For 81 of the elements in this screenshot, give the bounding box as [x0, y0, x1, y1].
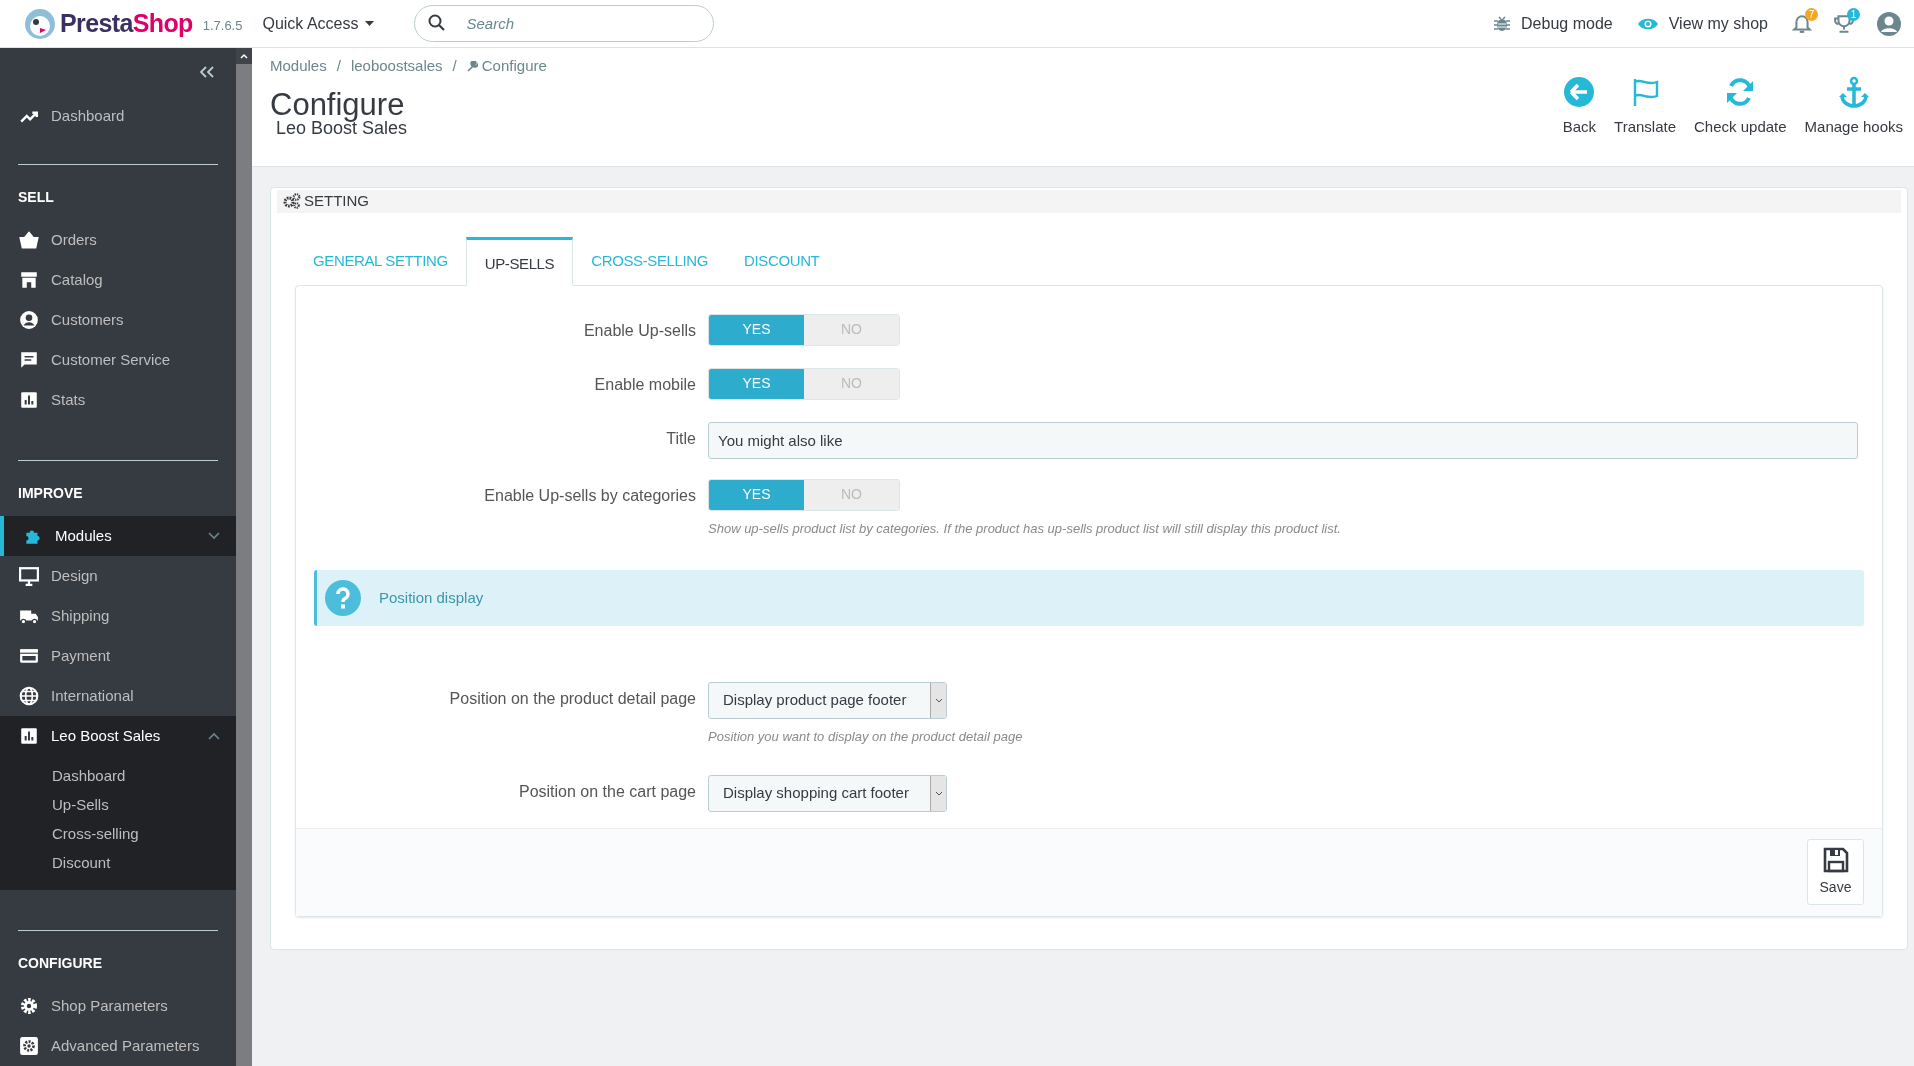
store-icon [19, 270, 39, 290]
field-label: Position on the product detail page [448, 689, 697, 709]
basket-icon [19, 230, 39, 250]
bar-chart-icon [19, 390, 39, 410]
toolbar-button[interactable]: Back [1553, 76, 1606, 139]
breadcrumb-separator: / [336, 56, 341, 76]
sidebar-item[interactable]: Shipping [0, 596, 236, 636]
chevron-up-icon [208, 732, 220, 740]
collapse-icon[interactable] [200, 66, 214, 78]
breadcrumb-link[interactable]: Modules [270, 55, 327, 78]
credit-card-icon [19, 646, 39, 666]
section-heading: IMPROVE [17, 484, 84, 503]
view-shop-link[interactable]: View my shop [1636, 11, 1768, 36]
scroll-up-icon[interactable] [236, 48, 252, 64]
gears-icon [283, 193, 301, 210]
submenu-item[interactable]: Up-Sells [0, 791, 236, 820]
sidebar-item[interactable]: Customer Service [0, 340, 236, 380]
help-text: Position you want to display on the product detail page [708, 728, 1024, 746]
sidebar-item[interactable]: Customers [0, 300, 236, 340]
save-button[interactable]: Save [1807, 839, 1864, 905]
section-heading: CONFIGURE [17, 954, 103, 973]
section-heading: SELL [17, 188, 55, 207]
sidebar-item[interactable]: Shop Parameters [0, 986, 236, 1026]
notification-count: 7 [1805, 7, 1818, 21]
logo-icon [24, 7, 56, 40]
quick-access-menu[interactable]: Quick Access [262, 11, 374, 36]
submenu-item[interactable]: Dashboard [0, 762, 236, 791]
page-title: Configure [270, 87, 405, 122]
breadcrumb-current: Configure [481, 56, 547, 76]
globe-icon [19, 686, 39, 706]
chevron-down-icon [208, 532, 220, 540]
search-field[interactable]: Search [413, 5, 714, 42]
eye-icon [1636, 16, 1659, 31]
caret-icon [364, 20, 374, 27]
tab[interactable]: UP-SELLS [465, 236, 574, 286]
dropdown-field[interactable]: Display shopping cart footer [708, 774, 947, 812]
help-text: Show up-sells product list by categories. If the product has up-sells product list will still display this product list. [708, 519, 1342, 538]
breadcrumb-separator: / [452, 56, 457, 76]
notification-count: 1 [1847, 7, 1860, 21]
bug-icon [1493, 14, 1512, 33]
link-label: View my shop [1668, 13, 1768, 34]
field-label: Enable Up-sells by categories [483, 485, 697, 506]
sidebar-item[interactable]: Leo Boost Sales [0, 716, 236, 756]
help-icon [325, 580, 361, 616]
field-label: Enable mobile [593, 374, 697, 395]
sidebar-item[interactable]: Design [0, 556, 236, 596]
toolbar-button[interactable]: Check update [1685, 76, 1796, 139]
monitor-icon [19, 566, 39, 586]
wrench-icon [466, 60, 478, 72]
user-circle-icon [19, 310, 39, 330]
sidebar-item[interactable]: Dashboard [0, 96, 236, 136]
logo-wordmark: PrestaShop [60, 7, 193, 39]
breadcrumb-link[interactable]: leoboostsales [350, 55, 443, 78]
settings-icon [19, 996, 39, 1016]
sidebar-item[interactable]: Advanced Parameters [0, 1026, 236, 1066]
chat-icon [19, 350, 39, 370]
text-input-field[interactable]: You might also like [708, 421, 1858, 459]
search-icon [427, 14, 446, 32]
panel-heading: SETTING [304, 191, 369, 211]
sidebar-item[interactable]: Orders [0, 220, 236, 260]
sidebar-item[interactable]: Payment [0, 636, 236, 676]
sidebar-item[interactable]: Catalog [0, 260, 236, 300]
submenu-item[interactable]: Cross-selling [0, 820, 236, 849]
anchor-icon [1837, 76, 1870, 108]
field-label: Title [665, 428, 697, 449]
field-label: Enable Up-sells [582, 320, 697, 341]
settings-icon [19, 1036, 39, 1056]
link-label: Debug mode [1521, 13, 1613, 34]
sidebar-item[interactable]: Stats [0, 380, 236, 420]
sidebar-item[interactable]: International [0, 676, 236, 716]
submenu-item[interactable]: Discount [0, 849, 236, 878]
version-label: 1.7.6.5 [202, 16, 243, 35]
bar-chart-icon [19, 726, 39, 746]
dropdown-field[interactable]: Display product page footer [708, 682, 947, 719]
field-label: Position on the cart page [518, 781, 697, 802]
alert-text: Position display [379, 587, 484, 608]
toolbar-button[interactable]: Manage hooks [1795, 76, 1912, 139]
user-avatar-icon[interactable] [1876, 10, 1902, 37]
toolbar-button[interactable]: Translate [1605, 76, 1685, 139]
debug-mode-link[interactable]: Debug mode [1493, 11, 1613, 36]
sidebar-item[interactable]: Modules [0, 516, 236, 556]
